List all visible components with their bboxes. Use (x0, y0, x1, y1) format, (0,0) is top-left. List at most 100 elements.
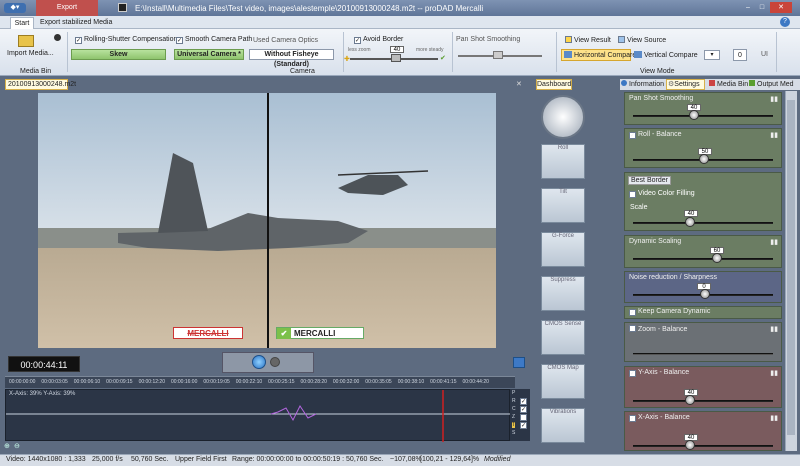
y-axis-track[interactable] (633, 400, 773, 402)
dashboard-button[interactable]: Vibrations (541, 408, 585, 443)
avoid-border-label[interactable]: ✓ Avoid Border (354, 36, 403, 44)
timeline-tick-label: 00:00:16:00 (170, 379, 198, 385)
x-axis-label[interactable]: ✓ X-Axis - Balance (629, 414, 690, 422)
dashboard-button[interactable]: CMOS Sense (541, 320, 585, 355)
keep-dynamic-label[interactable]: ✓ Keep Camera Dynamic (629, 308, 710, 316)
dashboard-button[interactable]: Roll (541, 144, 585, 179)
timeline-check-c[interactable]: ✓ (520, 406, 527, 413)
horizontal-compare-button[interactable]: Horizontal Compare (561, 49, 636, 61)
smooth-path-dropdown[interactable]: Universal Camera * (174, 49, 244, 60)
x-axis-thumb[interactable] (685, 440, 695, 450)
helicopter (338, 175, 408, 195)
timeline-letter-c: C (512, 406, 516, 412)
y-axis-thumb[interactable] (685, 395, 695, 405)
less-zoom-label: less zoom (348, 47, 371, 53)
snapshot-button[interactable] (513, 357, 525, 368)
y-axis-checkbox[interactable]: ✓ (629, 370, 636, 377)
scale-thumb[interactable] (685, 217, 695, 227)
stop-button[interactable] (270, 357, 280, 367)
timeline-check-z[interactable] (520, 414, 527, 421)
noise-panel: Noise reduction / Sharpness 0 (624, 271, 782, 303)
status-field: Upper Field First (175, 456, 227, 463)
timeline-options: P R C Z T S ✓ ✓ ✓ (510, 389, 530, 441)
noise-thumb[interactable] (700, 289, 710, 299)
roll-checkbox-label[interactable]: ✓ Roll - Balance (629, 131, 682, 139)
less-zoom-icon: ✚ (344, 56, 350, 63)
import-media-button[interactable]: Import Media... (7, 50, 54, 57)
playback-controls (222, 352, 314, 373)
zoom-label[interactable]: Zoom - Balance (629, 325, 687, 333)
fighter-jet (118, 213, 368, 251)
zoom-track[interactable] (633, 353, 773, 355)
record-icon[interactable] (54, 34, 61, 41)
x-axis-checkbox[interactable]: ✓ (629, 415, 636, 422)
smooth-path-checkbox[interactable]: ✓ (176, 37, 183, 44)
video-file-tab[interactable]: 20100913000248.m2t (5, 79, 76, 90)
tab-export-stabilized[interactable]: Export stabilized Media (40, 18, 112, 28)
camera-optics-dropdown[interactable]: Without Fisheye (Standard) (249, 49, 334, 68)
roll-thumb[interactable] (699, 154, 709, 164)
pan-shot-ribbon-thumb[interactable] (493, 51, 503, 59)
timeline-check-r[interactable]: ✓ (520, 398, 527, 405)
keep-dynamic-checkbox[interactable]: ✓ (629, 309, 636, 316)
output-media-icon (749, 80, 755, 86)
video-preview[interactable]: MERCALLI ✔ MERCALLI (38, 93, 496, 348)
compare-divider[interactable] (267, 93, 269, 348)
timeline-letter-z: Z (512, 414, 516, 420)
video-color-filling[interactable]: ✓ Video Color Filling (629, 190, 695, 198)
dashboard-button[interactable]: G-Force (541, 232, 585, 267)
vertical-compare-button[interactable]: Vertical Compare (634, 51, 698, 59)
view-result-option[interactable]: View Result (565, 36, 611, 44)
minimize-button[interactable]: – (742, 2, 754, 13)
dynamic-scaling-thumb[interactable] (712, 253, 722, 263)
export-context-tab[interactable]: Export (36, 0, 98, 16)
dynamic-scaling-track[interactable] (633, 258, 773, 260)
rolling-shutter-dropdown[interactable]: Skew (71, 49, 166, 60)
motion-x-curve (270, 405, 317, 422)
help-icon[interactable]: ? (780, 17, 790, 27)
tab-information[interactable]: Information (621, 80, 664, 88)
dashboard-button[interactable]: CMOS Map (541, 364, 585, 399)
play-button[interactable] (252, 355, 266, 369)
tab-media-bin[interactable]: Media Bin (709, 80, 748, 88)
zoom-checkbox[interactable] (629, 325, 636, 332)
rolling-shutter-checkbox[interactable]: ✓ (75, 37, 82, 44)
scale-track[interactable] (633, 222, 773, 224)
media-bin-group-label: Media Bin (20, 68, 52, 75)
timeline-tick-label: 00:00:00:00 (9, 379, 36, 385)
timeline-tick-label: 00:00:41:15 (430, 379, 457, 385)
app-menu-icon[interactable]: ◆▾ (4, 3, 26, 13)
zoom-in-icon[interactable]: ⊕ (4, 442, 10, 450)
smooth-path-label[interactable]: ✓ Smooth Camera Path (176, 36, 252, 44)
avoid-border-checkbox[interactable]: ✓ (354, 37, 361, 44)
x-axis-track[interactable] (633, 445, 773, 447)
avoid-border-slider-thumb[interactable] (391, 54, 401, 62)
settings-scroll-thumb[interactable] (787, 100, 795, 435)
tab-start[interactable]: Start (10, 17, 34, 29)
keep-dynamic-panel: ✓ Keep Camera Dynamic (624, 306, 782, 319)
dashboard-tab[interactable]: Dashboard (536, 79, 572, 90)
close-button[interactable]: ✕ (770, 2, 792, 13)
video-close-icon[interactable]: ✕ (516, 80, 522, 88)
status-fps: 25,000 f/s (92, 456, 123, 463)
dashboard-button[interactable]: Suppress (541, 276, 585, 311)
pan-shot-track[interactable] (633, 115, 773, 117)
rolling-shutter-label[interactable]: ✓ Rolling-Shutter Compensation (75, 36, 177, 44)
ribbon: Import Media... Media Bin ✓ Rolling-Shutt… (0, 29, 800, 76)
import-media-icon[interactable] (18, 35, 34, 47)
roll-checkbox[interactable]: ✓ (629, 132, 636, 139)
tab-output-media[interactable]: Output Med (749, 80, 794, 88)
compare-spinner[interactable]: 0 (733, 49, 747, 61)
y-axis-label[interactable]: ✓ Y-Axis - Balance (629, 369, 689, 377)
zoom-out-icon[interactable]: ⊖ (14, 442, 20, 450)
compare-dropdown[interactable]: ▾ (704, 50, 720, 60)
video-color-checkbox[interactable]: ✓ (629, 191, 636, 198)
view-source-option[interactable]: View Source (618, 36, 666, 44)
motion-graph[interactable]: X-Axis: 39% Y-Axis: 39% (5, 389, 511, 442)
tab-settings[interactable]: ⚙Settings (666, 79, 705, 90)
timeline-letter-t: T (512, 422, 516, 428)
maximize-button[interactable]: □ (756, 2, 768, 13)
timeline-check-t[interactable]: ✓ (520, 422, 527, 429)
pan-shot-thumb[interactable] (689, 110, 699, 120)
dashboard-button[interactable]: Tilt (541, 188, 585, 223)
